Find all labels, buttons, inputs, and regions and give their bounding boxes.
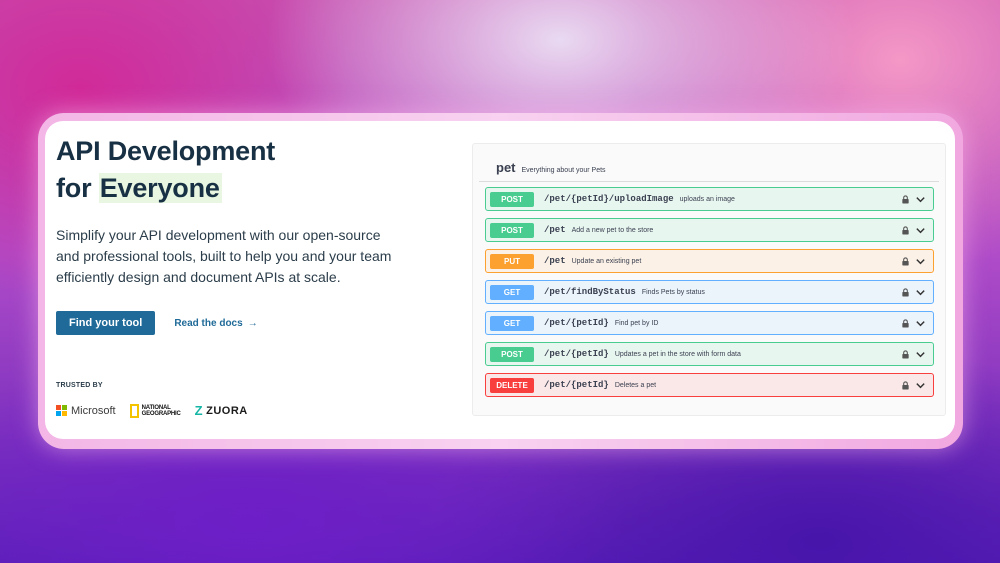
- chevron-down-icon[interactable]: [915, 225, 926, 236]
- operation-row[interactable]: DELETE /pet/{petId} Deletes a pet: [485, 373, 934, 397]
- operation-path: /pet/findByStatus: [544, 287, 636, 297]
- operation-summary: uploads an image: [679, 195, 735, 203]
- headline-line-1: API Development: [56, 136, 276, 166]
- tag-name: pet: [496, 160, 516, 175]
- operation-path: /pet: [544, 225, 566, 235]
- microsoft-logo-text: Microsoft: [71, 404, 116, 417]
- read-the-docs-link[interactable]: Read the docs →: [174, 318, 257, 329]
- operation-row[interactable]: POST /pet/{petId} Updates a pet in the s…: [485, 342, 934, 366]
- operation-summary: Find pet by ID: [614, 319, 659, 327]
- chevron-down-icon[interactable]: [915, 349, 926, 360]
- microsoft-windows-icon: [56, 405, 67, 416]
- natgeo-line-2: GEOGRAPHIC: [141, 410, 181, 417]
- headline-for: for: [56, 173, 92, 203]
- lock-icon[interactable]: [901, 287, 910, 297]
- operation-row[interactable]: POST /pet Add a new pet to the store: [485, 218, 934, 242]
- operation-row[interactable]: POST /pet/{petId}/uploadImage uploads an…: [485, 187, 934, 211]
- chevron-down-icon[interactable]: [915, 256, 926, 267]
- method-badge: POST: [490, 222, 534, 238]
- cta-group: Find your tool Read the docs →: [56, 311, 436, 335]
- method-badge: PUT: [490, 253, 534, 269]
- operation-row[interactable]: PUT /pet Update an existing pet: [485, 249, 934, 273]
- headline-line-2: for Everyone: [56, 170, 436, 207]
- lock-icon[interactable]: [901, 256, 910, 266]
- national-geographic-logo: NATIONAL GEOGRAPHIC: [129, 403, 181, 418]
- operation-summary: Add a new pet to the store: [571, 226, 654, 234]
- lock-icon[interactable]: [901, 380, 910, 390]
- zuora-logo-text: ZUORA: [206, 404, 248, 417]
- operation-path: /pet: [544, 256, 566, 266]
- method-badge: POST: [490, 346, 534, 362]
- tag-header[interactable]: pet Everything about your Pets: [479, 144, 939, 182]
- hero-subtext: Simplify your API development with our o…: [56, 227, 392, 285]
- tag-description: Everything about your Pets: [521, 167, 606, 174]
- hero-left: API Development for Everyone Simplify yo…: [56, 133, 436, 418]
- microsoft-logo: Microsoft: [56, 405, 116, 417]
- operation-path: /pet/{petId}/uploadImage: [544, 194, 674, 204]
- operation-summary: Deletes a pet: [614, 381, 657, 389]
- operation-summary: Finds Pets by status: [641, 288, 705, 296]
- method-badge: GET: [490, 284, 534, 300]
- lock-icon[interactable]: [901, 194, 910, 204]
- natgeo-frame-icon: [129, 403, 139, 418]
- swagger-ui-preview: pet Everything about your Pets POST /pet…: [472, 143, 946, 416]
- chevron-down-icon[interactable]: [915, 287, 926, 298]
- trusted-logos: Microsoft NATIONAL GEOGRAPHIC Z ZUORA: [56, 403, 436, 418]
- zuora-mark-icon: Z: [194, 403, 204, 418]
- lock-icon[interactable]: [901, 225, 910, 235]
- chevron-down-icon[interactable]: [915, 380, 926, 391]
- operation-summary: Update an existing pet: [571, 257, 642, 265]
- method-badge: GET: [490, 315, 534, 331]
- headline: API Development for Everyone: [56, 133, 436, 207]
- chevron-down-icon[interactable]: [915, 194, 926, 205]
- operation-path: /pet/{petId}: [544, 349, 609, 359]
- operations-list: POST /pet/{petId}/uploadImage uploads an…: [473, 182, 945, 397]
- lock-icon[interactable]: [901, 318, 910, 328]
- method-badge: POST: [490, 191, 534, 207]
- hero-card: API Development for Everyone Simplify yo…: [45, 121, 955, 439]
- operation-summary: Updates a pet in the store with form dat…: [614, 350, 741, 358]
- zuora-logo: Z ZUORA: [195, 403, 248, 418]
- read-the-docs-label: Read the docs: [174, 317, 243, 329]
- chevron-down-icon[interactable]: [915, 318, 926, 329]
- operation-row[interactable]: GET /pet/{petId} Find pet by ID: [485, 311, 934, 335]
- headline-highlight: Everyone: [98, 173, 222, 203]
- arrow-right-icon: →: [247, 317, 258, 329]
- operation-path: /pet/{petId}: [544, 380, 609, 390]
- lock-icon[interactable]: [901, 349, 910, 359]
- operation-row[interactable]: GET /pet/findByStatus Finds Pets by stat…: [485, 280, 934, 304]
- operation-path: /pet/{petId}: [544, 318, 609, 328]
- find-your-tool-button[interactable]: Find your tool: [56, 311, 156, 335]
- method-badge: DELETE: [490, 377, 534, 393]
- trusted-by-label: TRUSTED BY: [56, 382, 103, 389]
